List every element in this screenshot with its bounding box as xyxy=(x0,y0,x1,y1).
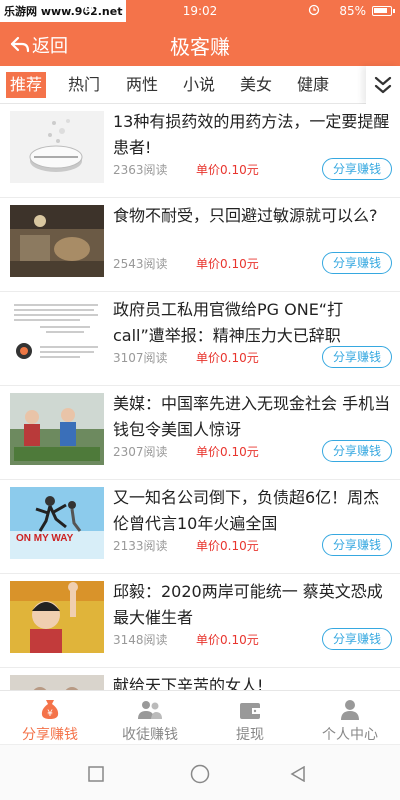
svg-text:¥: ¥ xyxy=(47,709,53,719)
share-earn-button[interactable]: 分享赚钱 xyxy=(322,346,392,368)
person-icon xyxy=(341,700,359,720)
thumbnail-caption: ON MY WAY xyxy=(16,533,74,544)
list-item[interactable]: 食物不耐受，只回避过敏源就可以么? 2543阅读 单价0.10元 分享赚钱 xyxy=(0,198,400,292)
battery-icon xyxy=(372,6,395,16)
unit-price: 单价0.10元 xyxy=(196,351,259,365)
article-title: 政府员工私用官微给PG ONE“打call”遭举报：精神压力大已辞职 xyxy=(113,300,344,345)
share-earn-button[interactable]: 分享赚钱 xyxy=(322,628,392,650)
list-item[interactable]: 美媒：中国率先进入无现金社会 手机当钱包令美国人惊讶 2307阅读 单价0.10… xyxy=(0,386,400,480)
circle-icon xyxy=(190,764,210,784)
list-item[interactable]: 邱毅：2020两岸可能统一 蔡英文恐成最大催生者 3148阅读 单价0.10元 … xyxy=(0,574,400,668)
list-item[interactable]: 13种有损药效的用药方法，一定要提醒患者! 2363阅读 单价0.10元 分享赚… xyxy=(0,104,400,198)
recent-apps-button[interactable] xyxy=(88,766,104,786)
unit-price: 单价0.10元 xyxy=(196,257,259,271)
article-thumbnail-market xyxy=(10,393,104,465)
nav-withdraw[interactable]: 提现 xyxy=(200,691,300,745)
home-button[interactable] xyxy=(190,764,210,788)
article-list: 13种有损药效的用药方法，一定要提醒患者! 2363阅读 单价0.10元 分享赚… xyxy=(0,104,400,690)
unit-price: 单价0.10元 xyxy=(196,633,259,647)
article-title: 献给天下辛苦的女人! xyxy=(113,676,264,690)
read-count: 2307阅读 xyxy=(113,445,168,459)
bottom-nav: ¥ 分享赚钱 收徒赚钱 提现 个人中心 xyxy=(0,690,400,744)
users-icon xyxy=(138,701,162,719)
article-title: 邱毅：2020两岸可能统一 蔡英文恐成最大催生者 xyxy=(113,582,383,627)
tab-sex[interactable]: 两性 xyxy=(126,72,158,98)
article-thumbnail-women xyxy=(10,675,104,690)
article-thumbnail-pill xyxy=(10,111,104,183)
money-bag-icon: ¥ xyxy=(41,700,59,719)
category-tabs: 推荐 热门 两性 小说 美女 健康 xyxy=(0,66,400,104)
page-title: 极客赚 xyxy=(170,35,230,59)
system-nav-bar xyxy=(0,744,400,800)
article-thumbnail-dance: ON MY WAY xyxy=(10,487,104,559)
nav-recruit-earn[interactable]: 收徒赚钱 xyxy=(100,691,200,745)
share-earn-button[interactable]: 分享赚钱 xyxy=(322,534,392,556)
nav-label: 收徒赚钱 xyxy=(122,727,178,743)
article-thumbnail-document xyxy=(10,299,104,371)
read-count: 3107阅读 xyxy=(113,351,168,365)
article-title: 美媒：中国率先进入无现金社会 手机当钱包令美国人惊讶 xyxy=(113,394,391,439)
article-title: 13种有损药效的用药方法，一定要提醒患者! xyxy=(113,112,390,157)
nav-label: 分享赚钱 xyxy=(22,727,78,743)
share-earn-button[interactable]: 分享赚钱 xyxy=(322,440,392,462)
tab-novel[interactable]: 小说 xyxy=(183,72,215,98)
tab-hot[interactable]: 热门 xyxy=(68,72,100,98)
square-icon xyxy=(88,766,104,782)
app-header: 返回 极客赚 xyxy=(0,22,400,66)
alarm-icon xyxy=(308,4,320,19)
article-thumbnail-politician xyxy=(10,581,104,653)
status-bar: 乐游网 www.962.net LTE 19:02 85% xyxy=(0,0,400,22)
more-categories-button[interactable] xyxy=(366,66,400,104)
article-title: 食物不耐受，只回避过敏源就可以么? xyxy=(113,206,378,225)
read-count: 3148阅读 xyxy=(113,633,168,647)
share-earn-button[interactable]: 分享赚钱 xyxy=(322,252,392,274)
system-back-button[interactable] xyxy=(290,765,306,786)
wallet-icon xyxy=(240,703,260,719)
double-chevron-down-icon xyxy=(374,76,392,94)
nav-share-earn[interactable]: ¥ 分享赚钱 xyxy=(0,691,100,745)
article-thumbnail-kitchen xyxy=(10,205,104,277)
nav-label: 个人中心 xyxy=(322,727,378,743)
tab-recommend[interactable]: 推荐 xyxy=(6,72,47,98)
list-item[interactable]: ON MY WAY 又一知名公司倒下，负债超6亿！周杰伦曾代言10年火遍全国 2… xyxy=(0,480,400,574)
unit-price: 单价0.10元 xyxy=(196,445,259,459)
list-item[interactable]: 政府员工私用官微给PG ONE“打call”遭举报：精神压力大已辞职 3107阅… xyxy=(0,292,400,386)
tab-beauty[interactable]: 美女 xyxy=(240,72,272,98)
tab-health[interactable]: 健康 xyxy=(297,72,329,98)
triangle-back-icon xyxy=(290,765,305,783)
nav-label: 提现 xyxy=(236,727,264,743)
share-earn-button[interactable]: 分享赚钱 xyxy=(322,158,392,180)
read-count: 2363阅读 xyxy=(113,163,168,177)
read-count: 2133阅读 xyxy=(113,539,168,553)
list-item[interactable]: 献给天下辛苦的女人! xyxy=(0,668,400,690)
nav-profile[interactable]: 个人中心 xyxy=(300,691,400,745)
read-count: 2543阅读 xyxy=(113,257,168,271)
unit-price: 单价0.10元 xyxy=(196,163,259,177)
article-title: 又一知名公司倒下，负债超6亿！周杰伦曾代言10年火遍全国 xyxy=(113,488,380,533)
unit-price: 单价0.10元 xyxy=(196,539,259,553)
battery-percent: 85% xyxy=(339,4,366,18)
